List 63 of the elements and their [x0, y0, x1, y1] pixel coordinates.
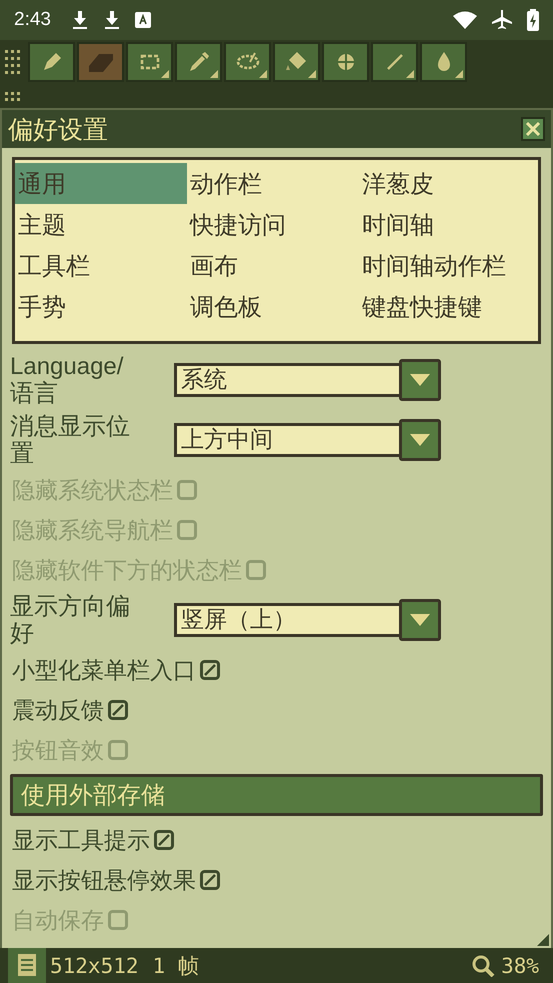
- tool-button[interactable]: [322, 42, 369, 82]
- airplane-icon: [491, 9, 513, 31]
- tool-button[interactable]: [420, 42, 467, 82]
- close-button[interactable]: [521, 117, 545, 141]
- setting-label: 消息显示位置: [10, 413, 131, 467]
- checkbox[interactable]: [108, 700, 128, 720]
- dropdown-field[interactable]: 上方中间: [174, 423, 399, 457]
- checkbox[interactable]: [200, 660, 220, 680]
- checkbox[interactable]: [200, 870, 220, 890]
- category-item[interactable]: 快捷访问: [187, 204, 359, 245]
- dropdown-button[interactable]: [399, 359, 441, 401]
- wifi-icon: [453, 11, 477, 29]
- dropdown-field[interactable]: 系统: [174, 363, 399, 397]
- corner-mark-icon: [161, 70, 169, 78]
- category-item[interactable]: 洋葱皮: [359, 163, 538, 204]
- checkbox-label: 显示按钮悬停效果: [12, 866, 196, 896]
- zoom-level: 38%: [501, 954, 539, 978]
- canvas-icon[interactable]: [8, 948, 46, 983]
- category-item[interactable]: 时间轴动作栏: [359, 245, 538, 286]
- dialog-title: 偏好设置: [8, 114, 109, 146]
- setting-label: Language/语言: [10, 353, 124, 407]
- checkbox-label: 显示工具提示: [12, 826, 150, 856]
- close-icon: [525, 121, 541, 137]
- category-item[interactable]: 键盘快捷键: [359, 286, 538, 327]
- drag-handle-icon[interactable]: [4, 49, 22, 75]
- tool-button[interactable]: [224, 42, 271, 82]
- dropdown-button[interactable]: [399, 599, 441, 641]
- caret-icon: [410, 374, 430, 386]
- corner-mark-icon: [210, 70, 218, 78]
- caret-icon: [410, 434, 430, 446]
- category-item[interactable]: 动作栏: [187, 163, 359, 204]
- dropdown-field[interactable]: 竖屏（上）: [174, 603, 399, 637]
- checkbox-label: 震动反馈: [12, 696, 104, 726]
- download-icon: [70, 10, 89, 30]
- caret-icon: [410, 614, 430, 626]
- category-item[interactable]: 主题: [15, 204, 187, 245]
- category-item[interactable]: 工具栏: [15, 245, 187, 286]
- checkbox-label: 小型化菜单栏入口: [12, 656, 196, 686]
- download-icon: [102, 10, 121, 30]
- corner-mark-icon: [308, 70, 316, 78]
- dropdown-button[interactable]: [399, 419, 441, 461]
- corner-mark-icon: [259, 70, 267, 78]
- drag-handle-icon[interactable]: [4, 91, 22, 101]
- tool-button[interactable]: [273, 42, 320, 82]
- category-item[interactable]: 手势: [15, 286, 187, 327]
- category-item[interactable]: 画布: [187, 245, 359, 286]
- resize-handle-icon[interactable]: [537, 934, 549, 946]
- tool-button[interactable]: [371, 42, 418, 82]
- corner-mark-icon: [455, 70, 463, 78]
- setting-label: 显示方向偏好: [10, 593, 131, 647]
- category-item[interactable]: 时间轴: [359, 204, 538, 245]
- category-item[interactable]: 调色板: [187, 286, 359, 327]
- tool-button[interactable]: [175, 42, 222, 82]
- storage-button[interactable]: 使用外部存储: [10, 774, 543, 816]
- frame-count: 1 帧: [152, 952, 199, 980]
- checkbox[interactable]: [154, 830, 174, 850]
- canvas-size: 512x512: [50, 954, 139, 978]
- corner-mark-icon: [406, 70, 414, 78]
- tool-button[interactable]: [28, 42, 75, 82]
- clock: 2:43: [14, 9, 51, 31]
- tool-button[interactable]: [126, 42, 173, 82]
- keyboard-icon: [134, 12, 151, 28]
- battery-icon: [527, 9, 539, 31]
